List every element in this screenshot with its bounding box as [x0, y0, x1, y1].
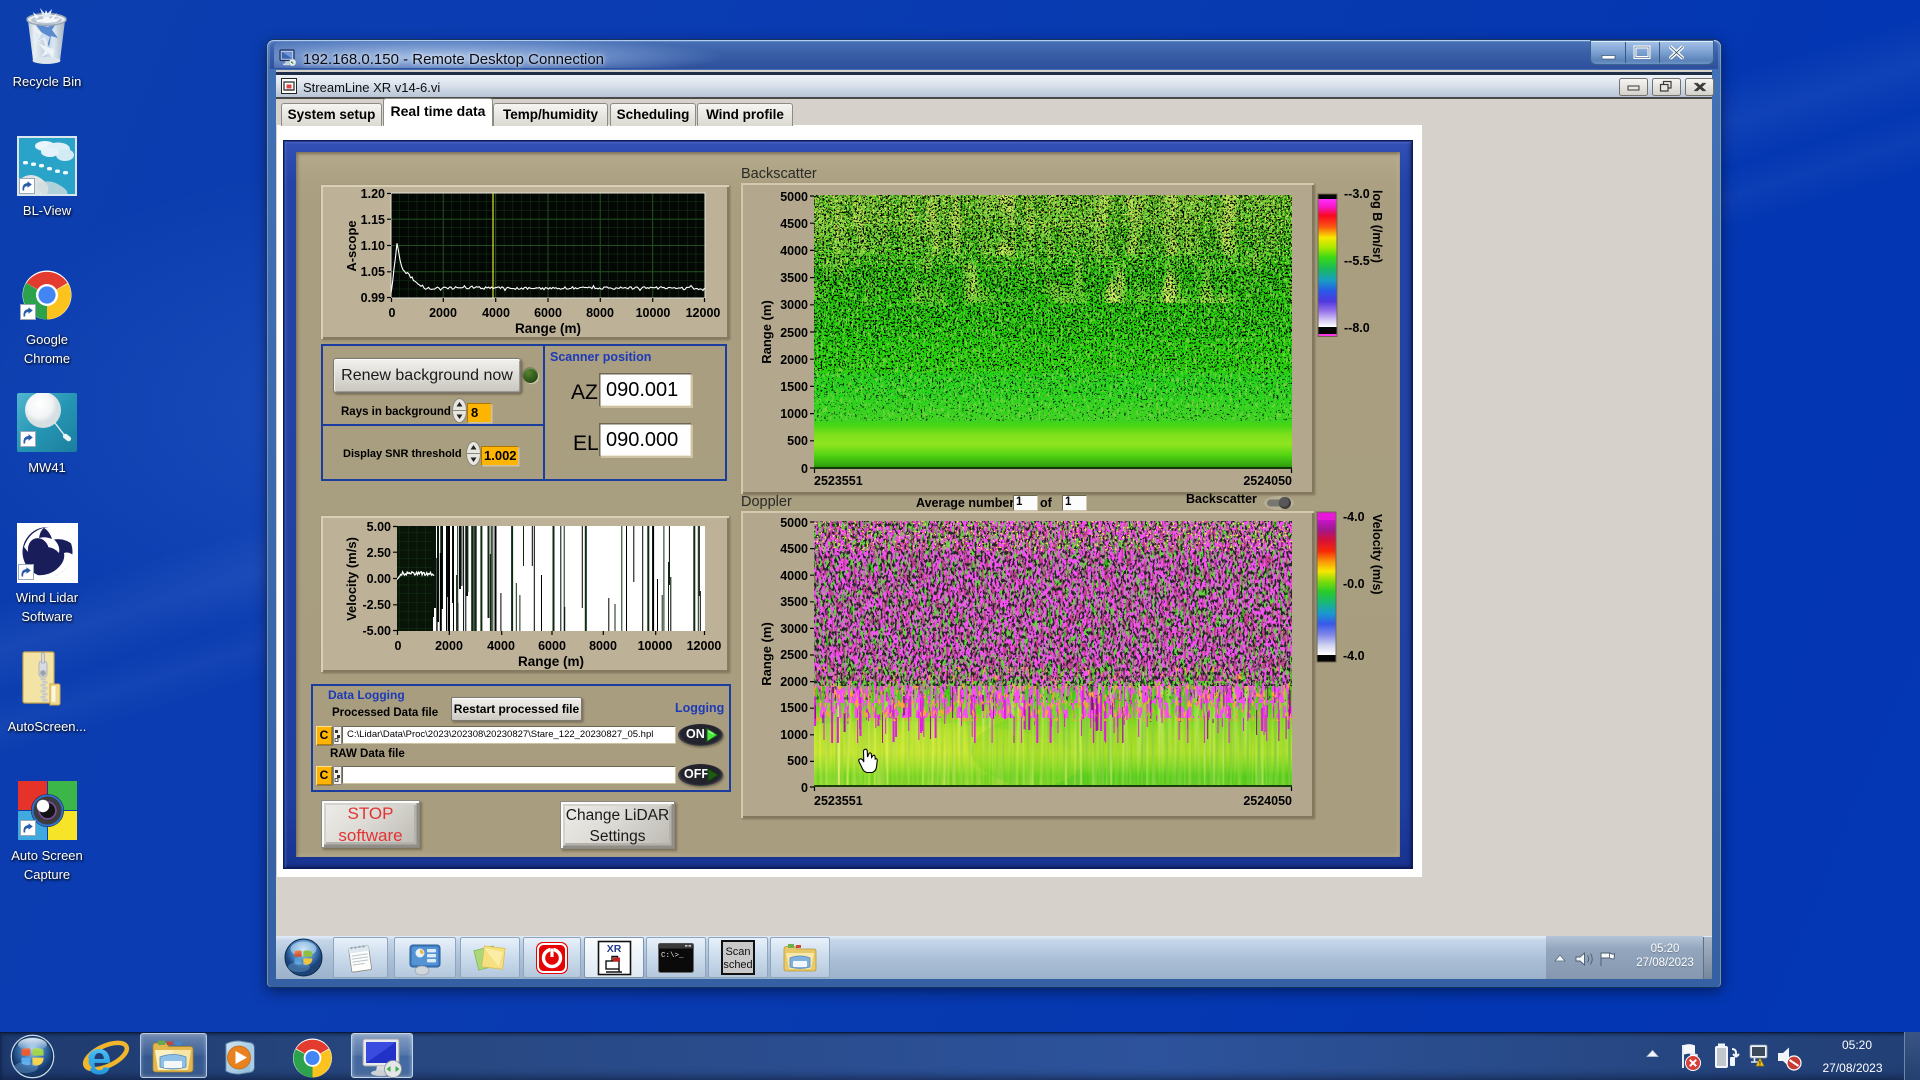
svg-text:2000: 2000: [780, 353, 808, 367]
svg-text:2500: 2500: [780, 648, 808, 662]
svg-text:4000: 4000: [780, 569, 808, 583]
svg-text:3000: 3000: [780, 622, 808, 636]
svg-text:0.99: 0.99: [361, 291, 385, 305]
svg-text:5.00: 5.00: [367, 520, 391, 534]
svg-text:6000: 6000: [534, 306, 562, 320]
svg-text:5000: 5000: [780, 516, 808, 530]
svg-text:500: 500: [787, 434, 808, 448]
svg-text:0: 0: [395, 639, 402, 653]
svg-text:12000: 12000: [686, 306, 721, 320]
svg-text:12000: 12000: [687, 639, 722, 653]
svg-text:Velocity (m/s): Velocity (m/s): [344, 537, 359, 621]
svg-text:2524050: 2524050: [1243, 794, 1292, 808]
svg-text:3500: 3500: [780, 595, 808, 609]
svg-text:0: 0: [801, 462, 808, 476]
svg-text:1.05: 1.05: [361, 265, 385, 279]
svg-text:Range (m): Range (m): [515, 321, 581, 336]
svg-text:0: 0: [801, 781, 808, 795]
svg-text:XR: XR: [607, 943, 622, 955]
svg-text:!: !: [1759, 1060, 1761, 1067]
svg-text:1000: 1000: [780, 407, 808, 421]
svg-text:4000: 4000: [487, 639, 515, 653]
svg-text:4000: 4000: [780, 244, 808, 258]
svg-text:1500: 1500: [780, 380, 808, 394]
svg-text:Range (m): Range (m): [759, 300, 774, 364]
svg-text:1.10: 1.10: [361, 239, 385, 253]
svg-text:1.20: 1.20: [361, 187, 385, 201]
svg-text:2000: 2000: [435, 639, 463, 653]
svg-text:e: e: [86, 1036, 112, 1078]
svg-text:4500: 4500: [780, 542, 808, 556]
svg-text:2000: 2000: [780, 675, 808, 689]
svg-text:10000: 10000: [636, 306, 671, 320]
svg-text:2523551: 2523551: [814, 794, 863, 808]
svg-text:1000: 1000: [780, 728, 808, 742]
svg-text:2.50: 2.50: [367, 546, 391, 560]
svg-text:-2.50: -2.50: [363, 598, 392, 612]
svg-text:0: 0: [389, 306, 396, 320]
svg-text:3500: 3500: [780, 271, 808, 285]
svg-text:--3.0: --3.0: [1344, 187, 1370, 201]
svg-text:-4.0: -4.0: [1343, 649, 1365, 663]
svg-text:-0.0: -0.0: [1343, 577, 1365, 591]
svg-text:0.00: 0.00: [367, 572, 391, 586]
svg-text:sched: sched: [723, 959, 752, 971]
svg-text:Range (m): Range (m): [759, 622, 774, 686]
svg-text:8000: 8000: [586, 306, 614, 320]
svg-text:2524050: 2524050: [1243, 474, 1292, 488]
svg-text:6000: 6000: [538, 639, 566, 653]
svg-text:-5.00: -5.00: [363, 624, 392, 638]
svg-text:1.15: 1.15: [361, 213, 385, 227]
svg-text:Scan: Scan: [725, 946, 750, 958]
svg-text:10000: 10000: [638, 639, 673, 653]
svg-text:--8.0: --8.0: [1344, 321, 1370, 335]
svg-text:4000: 4000: [482, 306, 510, 320]
svg-text:--5.5: --5.5: [1344, 254, 1370, 268]
svg-text:C:\>_: C:\>_: [661, 952, 684, 960]
svg-text:2500: 2500: [780, 326, 808, 340]
svg-text:8000: 8000: [589, 639, 617, 653]
svg-text:1500: 1500: [780, 701, 808, 715]
svg-text:2000: 2000: [429, 306, 457, 320]
svg-text:500: 500: [787, 754, 808, 768]
svg-text:Range (m): Range (m): [518, 654, 584, 669]
svg-text:4500: 4500: [780, 217, 808, 231]
svg-text:5000: 5000: [780, 190, 808, 204]
svg-text:-4.0: -4.0: [1343, 510, 1365, 524]
svg-text:2523551: 2523551: [814, 474, 863, 488]
svg-text:A-scope: A-scope: [344, 220, 359, 271]
svg-text:3000: 3000: [780, 298, 808, 312]
